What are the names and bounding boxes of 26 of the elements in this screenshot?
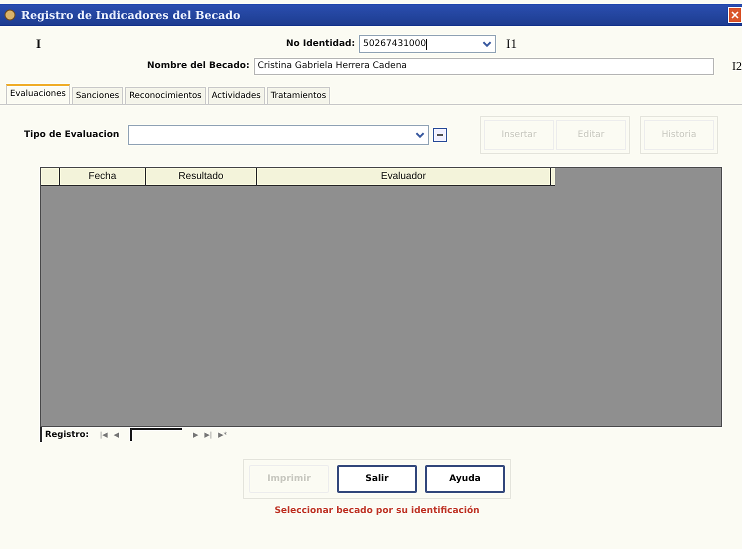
record-field[interactable]: [130, 428, 182, 441]
name-field[interactable]: Cristina Gabriela Herrera Cadena: [254, 58, 714, 74]
window-title: Registro de Indicadores del Becado: [21, 8, 240, 22]
status-message: Seleccionar becado por su identificación: [274, 506, 480, 516]
dialog-button[interactable]: Salir: [337, 465, 417, 493]
column-header[interactable]: Resultado: [146, 168, 257, 185]
tab[interactable]: Reconocimientos: [125, 87, 206, 104]
tab[interactable]: Sanciones: [72, 87, 124, 104]
tab[interactable]: Tratamientos: [266, 87, 330, 104]
filter-label: Tipo de Evaluacion: [24, 130, 120, 140]
tab[interactable]: Actividades: [208, 87, 265, 104]
column-header[interactable]: Fecha: [60, 168, 146, 185]
tab[interactable]: Evaluaciones: [6, 84, 70, 104]
marker-text: I1: [506, 36, 517, 52]
close-icon: [731, 11, 739, 19]
clear-button[interactable]: [433, 128, 447, 142]
navigator-label: Registro:: [45, 430, 89, 440]
close-button[interactable]: [728, 7, 742, 23]
id-combo[interactable]: 50267431000: [359, 35, 496, 53]
app-icon: [4, 9, 16, 21]
marker-text: I2: [732, 58, 742, 74]
id-label: No Identidad:: [286, 39, 356, 49]
name-label: Nombre del Becado:: [147, 61, 250, 71]
marker-text: I: [36, 36, 42, 52]
column-header[interactable]: Evaluador: [256, 168, 551, 186]
dialog-button[interactable]: Ayuda: [425, 465, 505, 493]
